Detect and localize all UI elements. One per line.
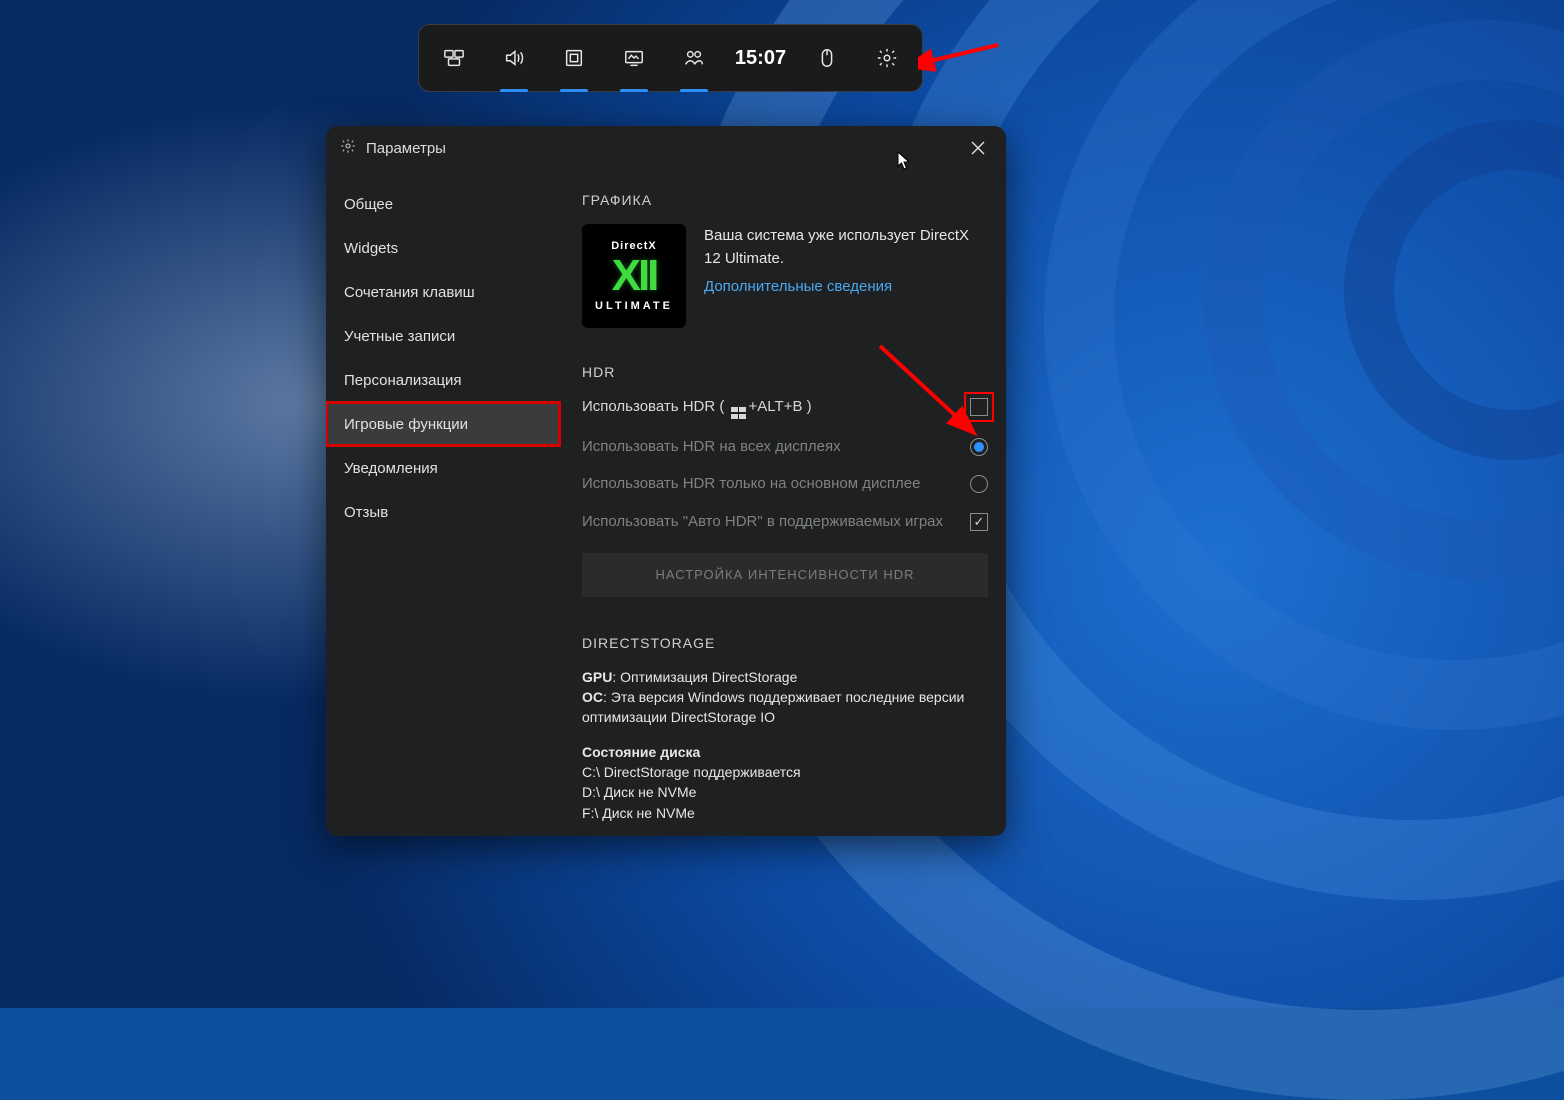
nav-notifications[interactable]: Уведомления (326, 446, 560, 490)
sidebar: Общее Widgets Сочетания клавиш Учетные з… (326, 170, 560, 836)
window-title: Параметры (366, 140, 446, 157)
nav-accounts[interactable]: Учетные записи (326, 314, 560, 358)
ds-os-line: ОС: Эта версия Windows поддерживает посл… (582, 687, 988, 728)
close-button[interactable] (964, 134, 992, 162)
capture-icon[interactable] (545, 24, 603, 92)
mouse-icon[interactable] (798, 24, 856, 92)
nav-general[interactable]: Общее (326, 182, 560, 226)
use-hdr-checkbox[interactable] (970, 398, 988, 416)
xbox-social-icon[interactable] (665, 24, 723, 92)
nav-widgets[interactable]: Widgets (326, 226, 560, 270)
hdr-primary-only-row: Использовать HDR только на основном дисп… (582, 473, 988, 495)
hdr-primary-only-radio[interactable] (970, 475, 988, 493)
use-hdr-row: Использовать HDR ( +ALT+B ) (582, 396, 988, 420)
titlebar: Параметры (326, 126, 1006, 170)
gamebar-clock: 15:07 (725, 47, 796, 70)
directstorage-section-title: DIRECTSTORAGE (582, 635, 988, 651)
auto-hdr-checkbox[interactable]: ✓ (970, 513, 988, 531)
widgets-icon[interactable] (425, 24, 483, 92)
ds-drive-c: C:\ DirectStorage поддерживается (582, 762, 988, 782)
ds-gpu-line: GPU: Оптимизация DirectStorage (582, 667, 988, 687)
ds-disk-state: Состояние диска (582, 742, 988, 762)
graphics-desc: Ваша система уже использует DirectX 12 U… (704, 224, 988, 271)
content-pane: ГРАФИКА DirectX XII ULTIMATE Ваша систем… (560, 170, 1006, 836)
windows-key-icon (731, 407, 747, 420)
game-bar: 15:07 (418, 24, 923, 92)
hdr-intensity-button: НАСТРОЙКА ИНТЕНСИВНОСТИ HDR (582, 553, 988, 597)
ds-drive-d: D:\ Диск не NVMe (582, 782, 988, 802)
gear-icon (340, 138, 356, 158)
performance-icon[interactable] (605, 24, 663, 92)
settings-gear-icon[interactable] (858, 24, 916, 92)
audio-icon[interactable] (485, 24, 543, 92)
nav-gaming-features[interactable]: Игровые функции (326, 402, 560, 446)
settings-window: Параметры Общее Widgets Сочетания клавиш… (326, 126, 1006, 836)
auto-hdr-row: Использовать "Авто HDR" в поддерживаемых… (582, 511, 988, 533)
nav-feedback[interactable]: Отзыв (326, 490, 560, 534)
graphics-section-title: ГРАФИКА (582, 192, 988, 208)
hdr-all-displays-row: Использовать HDR на всех дисплеях (582, 436, 988, 458)
nav-shortcuts[interactable]: Сочетания клавиш (326, 270, 560, 314)
directx-badge: DirectX XII ULTIMATE (582, 224, 686, 328)
ds-drive-f: F:\ Диск не NVMe (582, 803, 988, 823)
nav-personalization[interactable]: Персонализация (326, 358, 560, 402)
hdr-section-title: HDR (582, 364, 988, 380)
hdr-all-displays-radio[interactable] (970, 438, 988, 456)
graphics-more-link[interactable]: Дополнительные сведения (704, 275, 892, 298)
